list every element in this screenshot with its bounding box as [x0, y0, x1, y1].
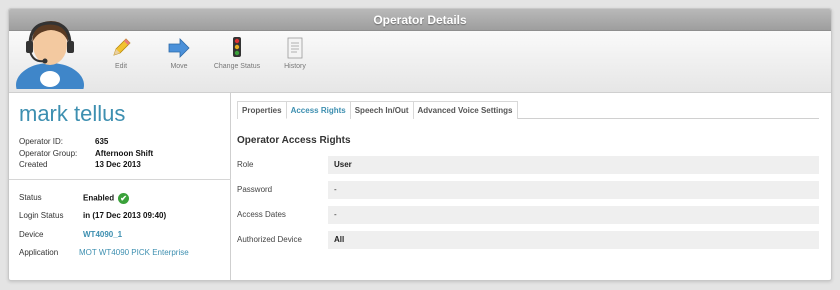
- login-status-label: Login Status: [19, 211, 64, 220]
- password-value: -: [328, 181, 819, 199]
- status-value: Enabled ✔: [83, 193, 130, 204]
- operator-details-window: Operator Details Edit Move Change Status…: [8, 8, 832, 281]
- pencil-icon: [113, 38, 131, 56]
- authorized-device-value: All: [328, 231, 819, 249]
- tab-advanced-voice-settings[interactable]: Advanced Voice Settings: [412, 101, 518, 119]
- change-status-button[interactable]: Change Status: [212, 37, 262, 71]
- operator-name: mark tellus: [19, 101, 126, 126]
- role-value: User: [328, 156, 819, 174]
- tab-speech-in-out[interactable]: Speech In/Out: [349, 101, 414, 119]
- tab-properties[interactable]: Properties: [237, 101, 287, 119]
- operator-group-value: Afternoon Shift: [95, 149, 154, 158]
- details-pane: Properties Access Rights Speech In/Out A…: [237, 93, 827, 280]
- access-dates-value: -: [328, 206, 819, 224]
- created-value: 13 Dec 2013: [95, 160, 141, 169]
- role-label: Role: [237, 160, 254, 169]
- edit-label: Edit: [114, 63, 128, 70]
- login-status-value: in (17 Dec 2013 09:40): [83, 211, 167, 220]
- toolbar: Edit Move Change Status History: [9, 21, 831, 93]
- status-label: Status: [19, 193, 42, 202]
- operator-group-label: Operator Group:: [19, 149, 78, 158]
- password-label: Password: [237, 185, 273, 194]
- operator-avatar-icon: [16, 21, 84, 89]
- password-row: Password -: [237, 181, 819, 199]
- authorized-device-row: Authorized Device All: [237, 231, 819, 249]
- summary-divider: [9, 179, 231, 180]
- device-label: Device: [19, 230, 44, 239]
- application-link[interactable]: MOT WT4090 PICK Enterprise: [79, 248, 189, 257]
- authorized-device-label: Authorized Device: [237, 235, 302, 244]
- history-button[interactable]: History: [270, 37, 320, 71]
- role-row: Role User: [237, 156, 819, 174]
- move-button[interactable]: Move: [154, 37, 204, 71]
- arrow-right-icon: [168, 38, 190, 58]
- status-text: Enabled: [83, 193, 115, 203]
- operator-id-label: Operator ID:: [19, 137, 64, 146]
- operator-id-value: 635: [95, 137, 109, 146]
- tab-bar: Properties Access Rights Speech In/Out A…: [237, 101, 819, 119]
- section-title: Operator Access Rights: [237, 135, 351, 146]
- history-label: History: [284, 63, 306, 70]
- checkmark-icon: ✔: [118, 193, 130, 204]
- traffic-light-icon: [233, 37, 241, 57]
- change-status-label: Change Status: [213, 63, 261, 70]
- application-label: Application: [19, 248, 59, 257]
- access-dates-row: Access Dates -: [237, 206, 819, 224]
- tab-access-rights[interactable]: Access Rights: [285, 101, 351, 119]
- access-dates-label: Access Dates: [237, 210, 286, 219]
- operator-summary: mark tellus Operator ID: 635 Operator Gr…: [9, 93, 231, 280]
- document-icon: [287, 37, 303, 59]
- move-label: Move: [170, 63, 188, 70]
- device-link[interactable]: WT4090_1: [83, 230, 122, 239]
- edit-button[interactable]: Edit: [96, 37, 146, 71]
- created-label: Created: [19, 160, 48, 169]
- window-title: Operator Details: [9, 9, 831, 31]
